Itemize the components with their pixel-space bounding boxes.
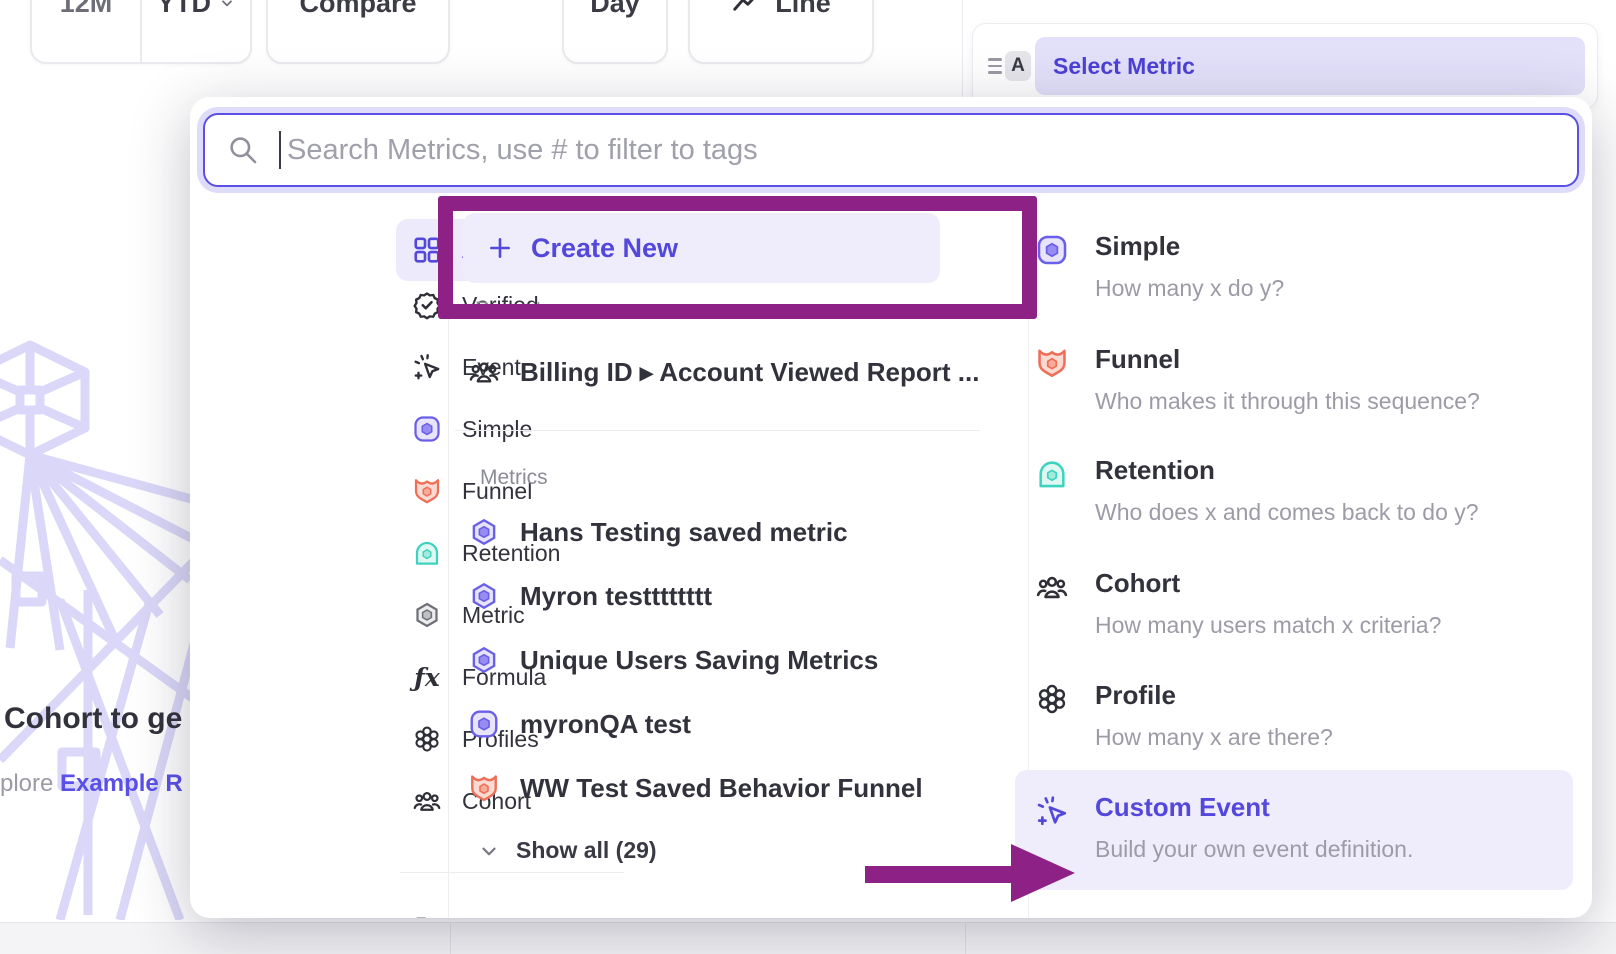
show-all-button[interactable]: Show all (29) — [478, 837, 657, 864]
event-cursor-icon — [412, 352, 442, 382]
search-bar[interactable] — [203, 113, 1579, 187]
tag-icon — [412, 915, 442, 918]
metric-item-label: myronQA test — [520, 709, 691, 740]
type-description: Who does x and comes back to do y? — [1095, 499, 1479, 526]
metric-list-item[interactable]: Myron testttttttt — [468, 576, 712, 616]
retention-icon — [1035, 457, 1069, 491]
formula-icon: ƒx — [412, 663, 442, 692]
retention-icon — [412, 538, 442, 568]
cohort-people-icon — [1035, 570, 1069, 604]
section-divider — [455, 430, 980, 431]
type-title: Cohort — [1095, 568, 1441, 599]
range-12m-button[interactable]: 12M — [32, 0, 140, 62]
app-canvas: 12M YTD Compare Day Line A Select Metric… — [0, 0, 1616, 954]
simple-metric-icon — [1035, 233, 1069, 267]
text-cursor — [279, 131, 281, 169]
metric-hexagon-icon — [468, 580, 500, 612]
create-new-label: Create New — [531, 233, 678, 264]
type-title: Profile — [1095, 680, 1333, 711]
panel-divider — [965, 923, 966, 954]
panel-divider — [450, 923, 451, 954]
empty-state-subline: plore Example R — [0, 770, 190, 798]
verified-seal-icon — [412, 290, 442, 320]
metric-item-label: Myron testttttttt — [520, 581, 712, 612]
funnel-icon — [1035, 346, 1069, 380]
select-metric-chip[interactable]: Select Metric — [1035, 37, 1585, 95]
metrics-header: Metrics — [480, 466, 548, 490]
date-range-control[interactable]: 12M YTD — [30, 0, 252, 64]
metric-hexagon-icon — [412, 600, 442, 630]
sidebar-item-overflow[interactable]: T — [396, 901, 628, 918]
metric-list-item[interactable]: myronQA test — [468, 704, 691, 744]
search-input[interactable] — [285, 133, 1577, 168]
type-title: Custom Event — [1095, 792, 1413, 823]
metric-list-item[interactable]: WW Test Saved Behavior Funnel — [468, 768, 923, 808]
select-metric-label: Select Metric — [1053, 53, 1195, 80]
simple-metric-icon — [412, 414, 442, 444]
metric-hexagon-icon — [468, 516, 500, 548]
plus-icon — [487, 235, 513, 261]
type-funnel[interactable]: Funnel Who makes it through this sequenc… — [1015, 328, 1573, 415]
simple-metric-icon — [468, 708, 500, 740]
caret-down-icon — [219, 0, 235, 11]
type-description: Who makes it through this sequence? — [1095, 388, 1480, 415]
metric-list-item[interactable]: Unique Users Saving Metrics — [468, 640, 878, 680]
funnel-icon — [468, 772, 500, 804]
sidebar-item-simple[interactable]: Simple — [396, 400, 628, 458]
create-new-button[interactable]: Create New — [463, 213, 940, 283]
type-profile[interactable]: Profile How many x are there? — [1015, 664, 1573, 751]
granularity-label: Day — [590, 0, 640, 19]
type-title: Retention — [1095, 455, 1479, 486]
metric-picker-modal: All Verified Event Simple Funnel Retenti… — [190, 97, 1592, 918]
bottom-panel-strip — [0, 922, 1616, 954]
type-description: How many x are there? — [1095, 724, 1333, 751]
type-simple[interactable]: Simple How many x do y? — [1015, 215, 1573, 302]
drag-handle-icon[interactable] — [988, 58, 1002, 74]
cohort-people-icon — [468, 356, 500, 388]
chart-type-label: Line — [775, 0, 831, 19]
compare-label: Compare — [299, 0, 416, 19]
sidebar-item-label: T — [462, 917, 476, 919]
cohort-people-icon — [412, 786, 442, 816]
type-cohort[interactable]: Cohort How many users match x criteria? — [1015, 552, 1573, 639]
metric-row-badge: A — [1005, 51, 1031, 81]
recent-item[interactable]: Billing ID ▸ Account Viewed Report ... — [468, 352, 979, 392]
type-title: Funnel — [1095, 344, 1480, 375]
chevron-down-icon — [478, 840, 500, 862]
empty-state-headline: Cohort to ge — [4, 702, 190, 736]
range-ytd-label: YTD — [157, 0, 211, 19]
metric-list-item[interactable]: Hans Testing saved metric — [468, 512, 848, 552]
metric-item-label: WW Test Saved Behavior Funnel — [520, 773, 923, 804]
sidebar-item-label: Simple — [462, 416, 532, 443]
profiles-flower-icon — [1035, 682, 1069, 716]
metric-hexagon-icon — [468, 644, 500, 676]
metric-item-label: Unique Users Saving Metrics — [520, 645, 878, 676]
line-chart-icon — [731, 0, 761, 18]
panel-divider — [962, 0, 963, 97]
type-description: Build your own event definition. — [1095, 836, 1413, 863]
type-title: Simple — [1095, 231, 1284, 262]
chart-type-button[interactable]: Line — [688, 0, 874, 64]
show-all-label: Show all (29) — [516, 837, 657, 864]
granularity-button[interactable]: Day — [562, 0, 668, 64]
recents-header: Recents — [475, 298, 552, 322]
example-reports-link[interactable]: Example R — [60, 770, 183, 797]
search-icon — [227, 134, 259, 166]
empty-state-illustration — [0, 330, 195, 920]
empty-state-text: plore — [0, 770, 60, 797]
range-ytd-button[interactable]: YTD — [142, 0, 250, 62]
metric-item-label: Hans Testing saved metric — [520, 517, 848, 548]
recent-item-label: Billing ID ▸ Account Viewed Report ... — [520, 357, 979, 388]
profiles-flower-icon — [412, 724, 442, 754]
grid-icon — [412, 235, 442, 265]
type-description: How many users match x criteria? — [1095, 612, 1441, 639]
type-description: How many x do y? — [1095, 275, 1284, 302]
sidebar-divider — [400, 872, 624, 873]
funnel-icon — [412, 476, 442, 506]
custom-event-icon — [1035, 794, 1069, 828]
compare-button[interactable]: Compare — [266, 0, 450, 64]
type-retention[interactable]: Retention Who does x and comes back to d… — [1015, 439, 1573, 526]
type-custom-event[interactable]: Custom Event Build your own event defini… — [1015, 770, 1573, 890]
